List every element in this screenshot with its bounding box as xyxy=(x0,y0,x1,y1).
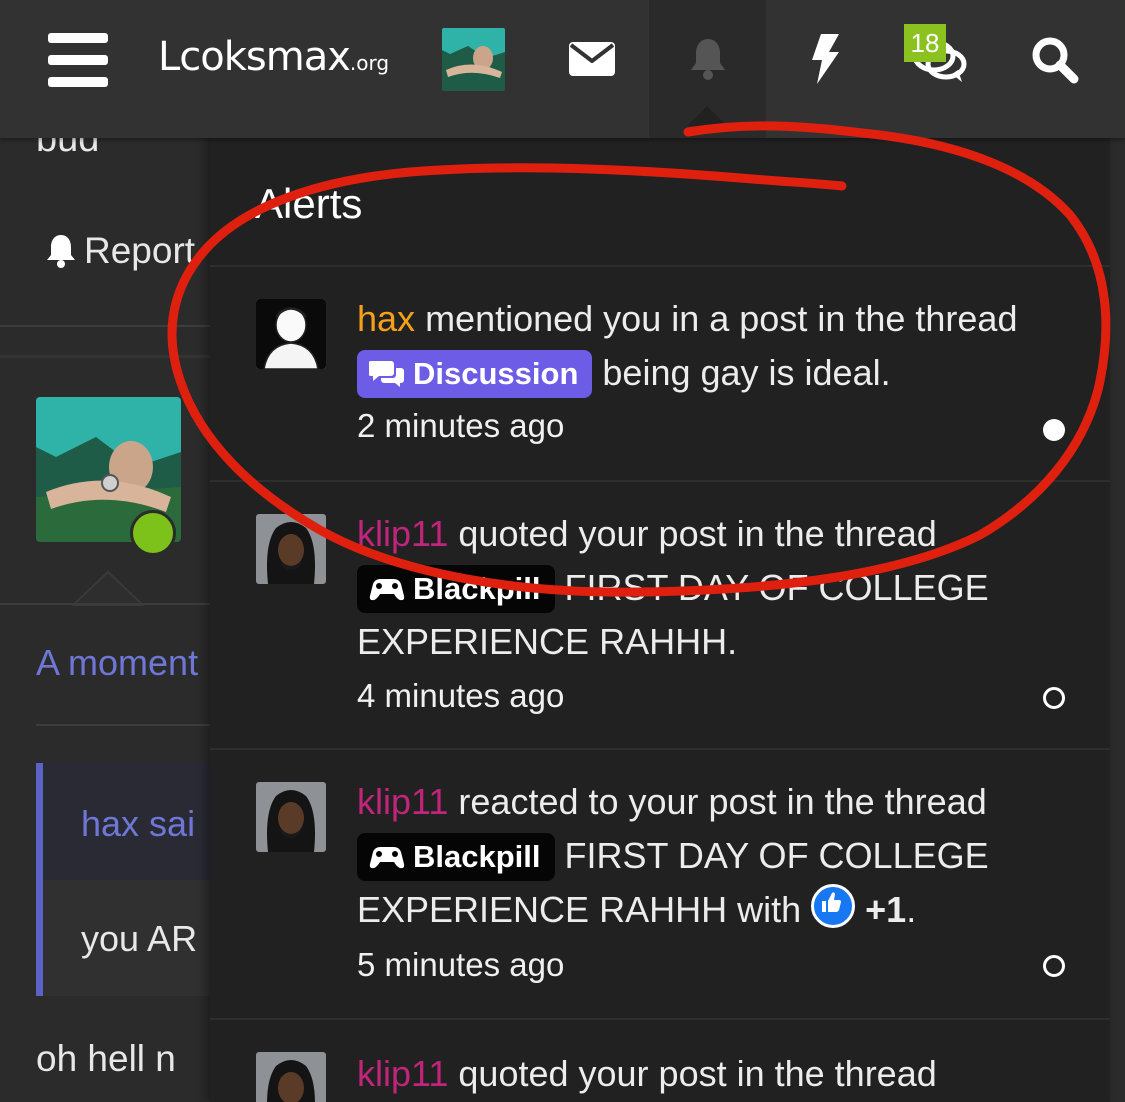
thread-title[interactable]: being gay is ideal. xyxy=(602,352,890,393)
prefix-label: Blackpill xyxy=(413,571,541,606)
site-logo[interactable]: Lcoksmax.org xyxy=(158,34,389,80)
alerts-dropdown: Alerts hax mentioned you in a post in th… xyxy=(210,130,1110,1102)
alert-action: mentioned you in a post in the thread xyxy=(425,298,1018,339)
user-avatar-klip11[interactable] xyxy=(256,514,326,584)
blackpill-prefix-badge[interactable]: Blackpill xyxy=(357,565,555,613)
user-avatar-klip11[interactable] xyxy=(256,1052,326,1102)
alert-action: reacted to your post in the thread xyxy=(458,781,987,822)
gamepad-icon xyxy=(369,579,405,601)
alert-text: klip11 quoted your post in the thread xyxy=(357,1047,1077,1101)
mark-read-toggle[interactable] xyxy=(1043,687,1065,709)
discussion-prefix-badge[interactable]: Discussion xyxy=(357,350,593,398)
top-navigation: Lcoksmax.org 18 xyxy=(0,0,1125,138)
gamepad-icon xyxy=(369,847,405,869)
alert-text: klip11 quoted your post in the thread Bl… xyxy=(357,507,1077,669)
alert-item[interactable]: klip11 quoted your post in the thread Bl… xyxy=(210,480,1110,750)
conversations-badge: 18 xyxy=(904,24,946,62)
alert-username[interactable]: klip11 xyxy=(357,513,448,554)
quote-block: hax sai you AR xyxy=(36,763,217,996)
user-avatar-klip11[interactable] xyxy=(256,782,326,852)
alert-username[interactable]: hax xyxy=(357,298,415,339)
alert-time: 5 minutes ago xyxy=(357,946,565,983)
thumbs-up-icon xyxy=(811,884,856,928)
alert-item[interactable]: klip11 reacted to your post in the threa… xyxy=(210,748,1110,1020)
logo-text: Lcoksmax xyxy=(158,34,351,80)
chat-bubbles-icon xyxy=(368,361,404,387)
alert-text: klip11 reacted to your post in the threa… xyxy=(357,781,989,930)
alert-action: quoted your post in the thread xyxy=(458,513,937,554)
bolt-icon[interactable] xyxy=(809,34,841,84)
alert-item[interactable]: hax mentioned you in a post in the threa… xyxy=(210,265,1110,482)
dropdown-caret xyxy=(687,106,727,126)
online-status-dot xyxy=(130,510,176,556)
alert-action: quoted your post in the thread xyxy=(458,1053,937,1094)
alerts-title: Alerts xyxy=(255,180,363,227)
logo-suffix: .org xyxy=(349,51,390,75)
mark-read-toggle[interactable] xyxy=(1043,419,1065,441)
post-time-link[interactable]: A moment xyxy=(36,642,198,684)
alert-text: hax mentioned you in a post in the threa… xyxy=(357,292,1077,400)
account-avatar[interactable] xyxy=(442,28,505,91)
search-icon[interactable] xyxy=(1031,36,1079,84)
blackpill-prefix-badge[interactable]: Blackpill xyxy=(357,833,555,881)
alert-item[interactable]: klip11 quoted your post in the thread xyxy=(210,1018,1110,1102)
menu-icon[interactable] xyxy=(48,33,108,87)
post-body: oh hell n xyxy=(36,1038,176,1079)
quote-author[interactable]: hax sai xyxy=(81,803,195,845)
reaction-label: +1 xyxy=(865,889,907,930)
quote-text: you AR xyxy=(81,918,198,959)
report-label: Report xyxy=(84,230,196,271)
prefix-label: Blackpill xyxy=(413,839,541,874)
prefix-label: Discussion xyxy=(413,356,579,391)
alert-time: 2 minutes ago xyxy=(357,407,565,444)
post-arrow xyxy=(72,570,144,606)
envelope-icon[interactable] xyxy=(569,42,615,76)
alert-username[interactable]: klip11 xyxy=(357,781,448,822)
report-link[interactable]: Report xyxy=(44,230,195,272)
alerts-tab[interactable] xyxy=(649,0,766,138)
reaction-with: with xyxy=(737,889,802,930)
bell-icon xyxy=(691,39,725,80)
alert-time: 4 minutes ago xyxy=(357,677,565,714)
alert-username[interactable]: klip11 xyxy=(357,1053,448,1094)
user-avatar-hax[interactable] xyxy=(256,299,326,369)
bell-icon xyxy=(47,235,75,268)
mark-read-toggle[interactable] xyxy=(1043,955,1065,977)
